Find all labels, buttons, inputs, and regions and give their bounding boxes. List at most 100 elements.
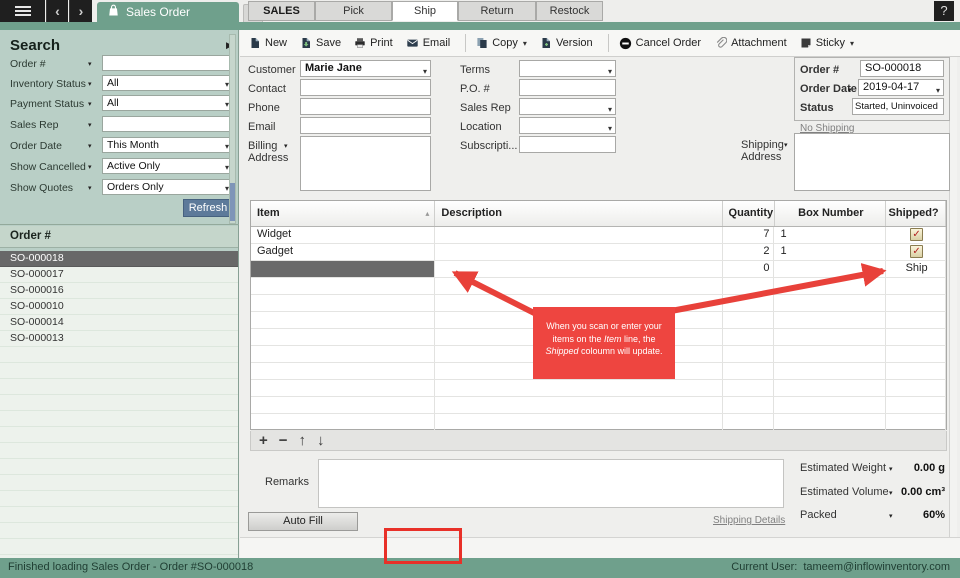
save-button[interactable]: Save bbox=[300, 37, 341, 49]
order-list-header: Order # bbox=[0, 226, 238, 248]
terms-select[interactable]: ▾ bbox=[519, 60, 616, 77]
table-row-empty[interactable] bbox=[251, 380, 946, 397]
chevron-down-icon: ▾ bbox=[850, 38, 855, 48]
attachment-button[interactable]: Attachment bbox=[714, 37, 787, 49]
copy-button[interactable]: Copy ▾ bbox=[476, 37, 527, 49]
chevron-down-icon[interactable]: ▾ bbox=[88, 163, 92, 171]
chevron-down-icon[interactable]: ▾ bbox=[88, 80, 92, 88]
version-icon bbox=[542, 38, 550, 48]
filter-label-sales-rep: Sales Rep bbox=[10, 119, 59, 131]
version-button[interactable]: Version bbox=[540, 37, 593, 49]
chevron-down-icon[interactable]: ▾ bbox=[88, 121, 92, 129]
order-date-select[interactable]: 2019-04-17 ▾ bbox=[858, 79, 944, 96]
remove-row-icon[interactable]: − bbox=[279, 432, 288, 450]
table-row-active[interactable]: 0 Ship bbox=[251, 261, 946, 278]
sales-rep-filter-input[interactable] bbox=[102, 116, 233, 132]
tab-restock[interactable]: Restock bbox=[536, 1, 603, 21]
remarks-textarea[interactable] bbox=[318, 459, 784, 508]
status-label: Status bbox=[800, 102, 834, 114]
table-row-empty[interactable] bbox=[251, 414, 946, 431]
active-item-cell[interactable] bbox=[251, 261, 436, 277]
search-panel-scrollbar[interactable] bbox=[229, 34, 236, 224]
new-button[interactable]: New bbox=[249, 37, 287, 49]
chevron-down-icon[interactable]: ▾ bbox=[88, 100, 92, 108]
table-row[interactable]: Widget 7 1 ✓ bbox=[251, 227, 946, 244]
phone-input[interactable] bbox=[300, 98, 431, 115]
order-list-item[interactable]: SO-000014 bbox=[0, 315, 238, 331]
location-select[interactable]: ▾ bbox=[519, 117, 616, 134]
po-number-input[interactable] bbox=[519, 79, 616, 96]
contact-input[interactable] bbox=[300, 79, 431, 96]
estimated-weight-value: 0.00 g bbox=[913, 462, 945, 474]
location-label: Location bbox=[460, 121, 502, 133]
column-header-item[interactable]: Item ▴ bbox=[251, 201, 436, 226]
order-no-input[interactable]: SO-000018 bbox=[860, 60, 944, 77]
chevron-down-icon: ▾ bbox=[607, 105, 612, 114]
tab-pick[interactable]: Pick bbox=[315, 1, 392, 21]
order-list-item[interactable]: SO-000010 bbox=[0, 299, 238, 315]
refresh-button[interactable]: Refresh bbox=[183, 199, 233, 217]
chevron-down-icon[interactable]: ▾ bbox=[284, 142, 288, 150]
table-row[interactable]: Gadget 2 1 ✓ bbox=[251, 244, 946, 261]
chevron-down-icon[interactable]: ▾ bbox=[88, 184, 92, 192]
scrollbar-thumb[interactable] bbox=[230, 183, 235, 221]
shipping-address-label-2: Address bbox=[741, 151, 782, 163]
customer-select[interactable]: Marie Jane ▾ bbox=[300, 60, 431, 77]
order-date-select[interactable]: This Month ▾ bbox=[102, 137, 233, 153]
auto-fill-button[interactable]: Auto Fill bbox=[248, 512, 358, 531]
cancel-order-button[interactable]: Cancel Order bbox=[619, 37, 701, 50]
chevron-down-icon[interactable]: ▾ bbox=[784, 141, 788, 149]
chevron-down-icon[interactable]: ▾ bbox=[848, 86, 852, 94]
order-list-item[interactable]: SO-000016 bbox=[0, 283, 238, 299]
help-button[interactable]: ? bbox=[934, 1, 954, 21]
ship-cell[interactable]: Ship bbox=[886, 261, 946, 277]
table-row-empty[interactable] bbox=[251, 397, 946, 414]
table-row-empty[interactable] bbox=[251, 278, 946, 295]
chevron-down-icon[interactable]: ▾ bbox=[88, 142, 92, 150]
envelope-icon bbox=[407, 39, 418, 47]
help-icon: ? bbox=[940, 3, 948, 18]
move-up-icon[interactable]: ↑ bbox=[299, 432, 307, 450]
forward-button[interactable]: › bbox=[69, 0, 92, 22]
forward-icon: › bbox=[78, 3, 84, 19]
order-list-item[interactable]: SO-000013 bbox=[0, 331, 238, 347]
print-button[interactable]: Print bbox=[354, 37, 393, 49]
payment-status-select[interactable]: All ▾ bbox=[102, 95, 233, 111]
shipped-checkbox-checked[interactable]: ✓ bbox=[910, 245, 924, 258]
shipping-details-link[interactable]: Shipping Details bbox=[713, 515, 785, 526]
inventory-status-select[interactable]: All ▾ bbox=[102, 75, 233, 91]
shipping-address-textarea[interactable] bbox=[794, 133, 950, 191]
column-header-description[interactable]: Description bbox=[435, 201, 723, 226]
order-no-filter-input[interactable] bbox=[102, 55, 233, 71]
back-button[interactable]: ‹ bbox=[46, 0, 68, 22]
sticky-button[interactable]: Sticky ▾ bbox=[800, 37, 854, 49]
filter-label-inventory-status: Inventory Status bbox=[10, 78, 86, 90]
tab-sales-order[interactable]: Sales Order bbox=[97, 2, 239, 22]
billing-address-textarea[interactable] bbox=[300, 136, 431, 191]
back-icon: ‹ bbox=[55, 3, 60, 19]
shipped-checkbox-checked[interactable]: ✓ bbox=[910, 228, 924, 241]
tab-return[interactable]: Return bbox=[458, 1, 536, 21]
email-input[interactable] bbox=[300, 117, 431, 134]
add-row-icon[interactable]: + bbox=[259, 432, 268, 450]
main-scrollbar[interactable] bbox=[949, 32, 957, 556]
column-header-quantity[interactable]: Quantity bbox=[723, 201, 775, 226]
subscription-input[interactable] bbox=[519, 136, 616, 153]
email-button[interactable]: Email bbox=[406, 37, 450, 49]
order-list-item-selected[interactable]: SO-000018 bbox=[0, 251, 238, 267]
column-header-shipped[interactable]: Shipped? bbox=[886, 201, 946, 226]
show-cancelled-select[interactable]: Active Only ▾ bbox=[102, 158, 233, 174]
filter-label-order-no: Order # bbox=[10, 58, 46, 70]
main-menu-button[interactable] bbox=[0, 0, 45, 22]
tab-sales[interactable]: SALES bbox=[248, 1, 315, 21]
show-quotes-select[interactable]: Orders Only ▾ bbox=[102, 179, 233, 195]
move-down-icon[interactable]: ↓ bbox=[317, 432, 325, 450]
chevron-down-icon[interactable]: ▾ bbox=[88, 60, 92, 68]
toolbar-separator bbox=[607, 34, 609, 52]
column-header-box-number[interactable]: Box Number bbox=[775, 201, 887, 226]
tab-ship[interactable]: Ship bbox=[392, 1, 458, 21]
table-header-row: Item ▴ Description Quantity Box Number Sh… bbox=[251, 201, 946, 227]
sales-rep-select[interactable]: ▾ bbox=[519, 98, 616, 115]
divider bbox=[0, 224, 239, 225]
order-list-item[interactable]: SO-000017 bbox=[0, 267, 238, 283]
